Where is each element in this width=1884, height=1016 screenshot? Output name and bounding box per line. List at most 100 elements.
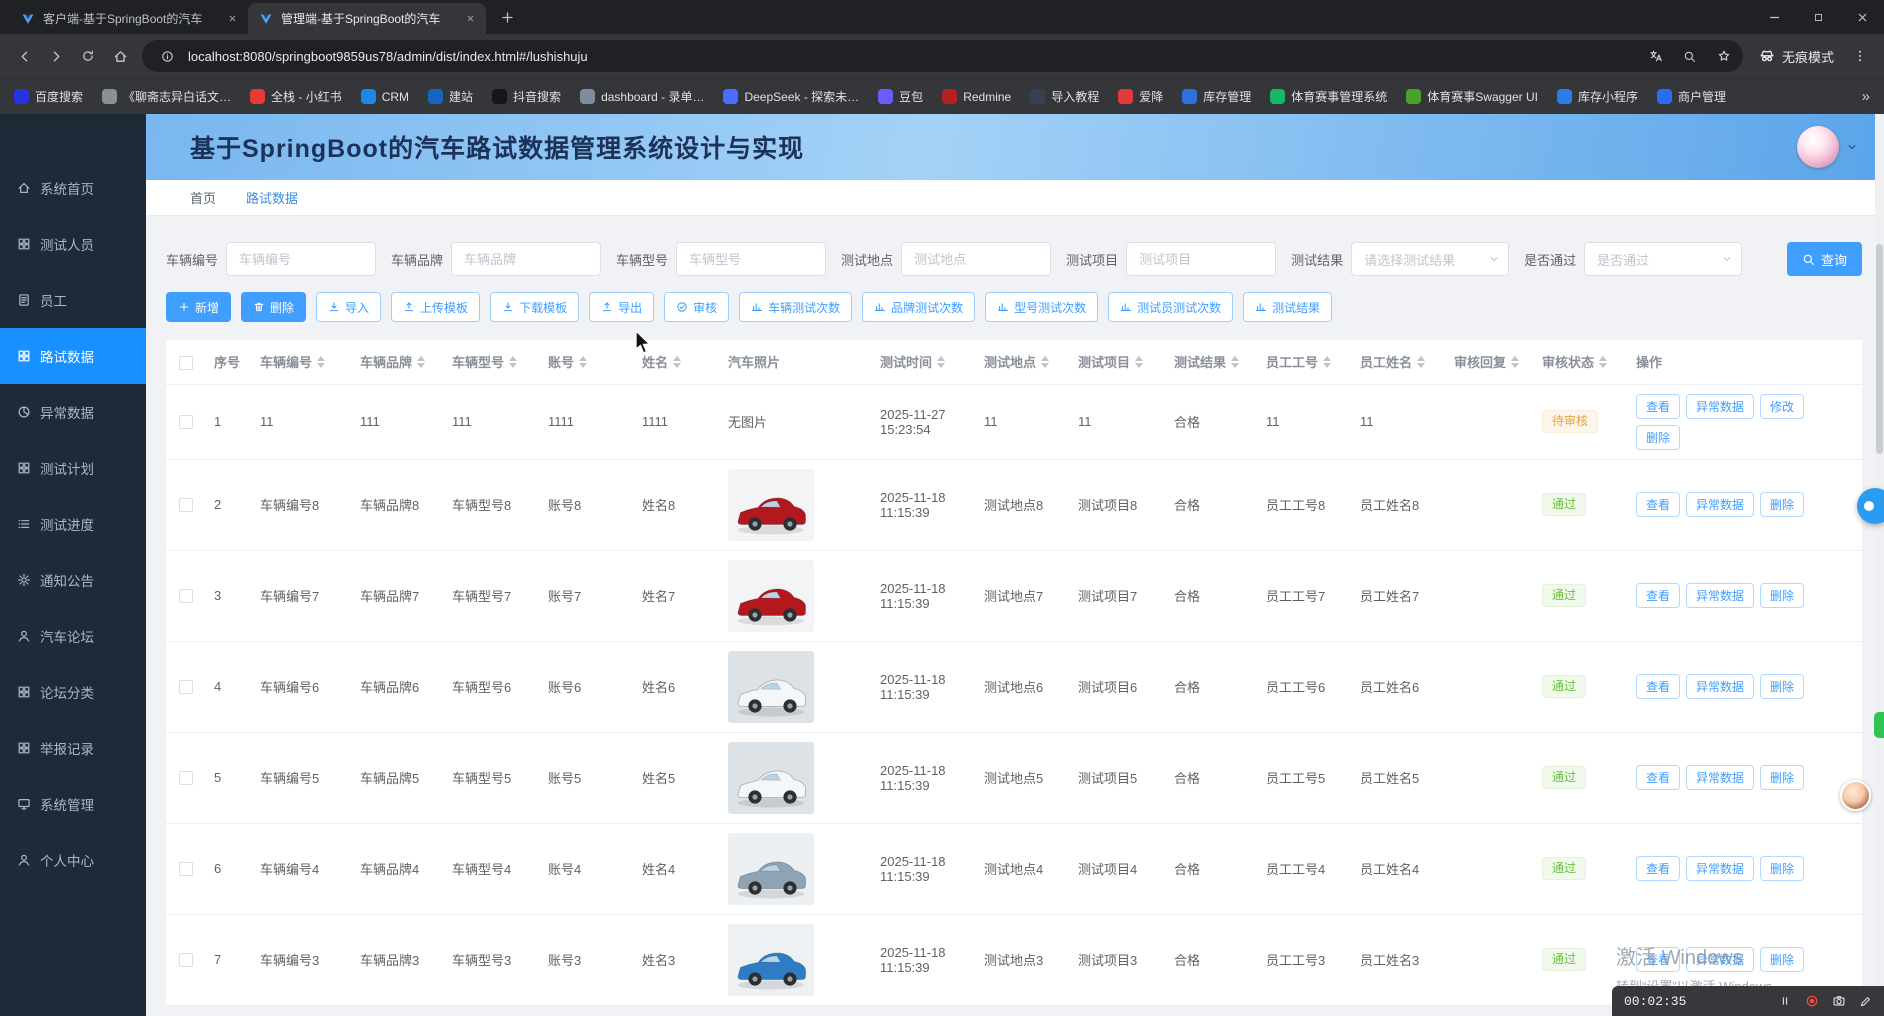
- translate-icon[interactable]: [1643, 43, 1669, 69]
- row-view-button[interactable]: 查看: [1636, 947, 1680, 972]
- row-view-button[interactable]: 查看: [1636, 583, 1680, 608]
- row-delete-button[interactable]: 删除: [1760, 765, 1804, 790]
- bookmark-item[interactable]: 导入教程: [1030, 88, 1099, 105]
- column-header[interactable]: 审核状态: [1534, 340, 1628, 384]
- row-delete-button[interactable]: 删除: [1760, 947, 1804, 972]
- sort-icon[interactable]: [509, 356, 517, 368]
- add-button[interactable]: 新增: [166, 292, 231, 322]
- floating-avatar-sticker[interactable]: [1840, 780, 1871, 811]
- vehicle-brand-input[interactable]: [451, 242, 601, 276]
- row-checkbox[interactable]: [179, 771, 193, 785]
- menu-kebab-icon[interactable]: [1844, 40, 1876, 72]
- bookmark-item[interactable]: 建站: [428, 88, 473, 105]
- sort-icon[interactable]: [417, 356, 425, 368]
- brand-test-count-button[interactable]: 品牌测试次数: [862, 292, 975, 322]
- tab-road-test-data[interactable]: 路试数据: [246, 188, 298, 207]
- test-result-select[interactable]: 请选择测试结果: [1351, 242, 1509, 276]
- scrollbar-thumb[interactable]: [1876, 244, 1883, 454]
- page-scrollbar[interactable]: [1875, 114, 1884, 1016]
- download-template-button[interactable]: 下载模板: [490, 292, 579, 322]
- bookmark-item[interactable]: 库存小程序: [1557, 88, 1638, 105]
- row-delete-button[interactable]: 删除: [1760, 856, 1804, 881]
- column-header[interactable]: 车辆型号: [444, 340, 540, 384]
- row-checkbox[interactable]: [179, 498, 193, 512]
- vehicle-model-input[interactable]: [676, 242, 826, 276]
- row-checkbox[interactable]: [179, 862, 193, 876]
- new-tab-button[interactable]: [494, 4, 520, 30]
- record-stop-icon[interactable]: [1805, 994, 1819, 1008]
- reload-button[interactable]: [72, 40, 104, 72]
- minimize-button[interactable]: [1752, 0, 1796, 34]
- is-pass-select[interactable]: 是否通过: [1584, 242, 1742, 276]
- url-text[interactable]: localhost:8080/springboot9859us78/admin/…: [188, 49, 1635, 64]
- avatar[interactable]: [1797, 126, 1839, 168]
- delete-button[interactable]: 删除: [241, 292, 306, 322]
- sidebar-item-system-manage[interactable]: 系统管理: [0, 776, 146, 832]
- sidebar-item-test-progress[interactable]: 测试进度: [0, 496, 146, 552]
- sidebar-item-road-test-data[interactable]: 路试数据: [0, 328, 146, 384]
- row-checkbox[interactable]: [179, 680, 193, 694]
- row-delete-button[interactable]: 删除: [1760, 492, 1804, 517]
- row-abnormal-button[interactable]: 异常数据: [1686, 765, 1754, 790]
- sidebar-item-forum-category[interactable]: 论坛分类: [0, 664, 146, 720]
- select-all-checkbox[interactable]: [179, 356, 193, 370]
- sort-icon[interactable]: [317, 356, 325, 368]
- sidebar-item-abnormal-data[interactable]: 异常数据: [0, 384, 146, 440]
- back-button[interactable]: [8, 40, 40, 72]
- row-abnormal-button[interactable]: 异常数据: [1686, 394, 1754, 419]
- column-header[interactable]: 审核回复: [1446, 340, 1534, 384]
- tab-close-icon[interactable]: [462, 11, 478, 27]
- sort-icon[interactable]: [579, 356, 587, 368]
- column-header[interactable]: 测试地点: [976, 340, 1070, 384]
- column-header[interactable]: 车辆编号: [252, 340, 352, 384]
- column-header[interactable]: 测试结果: [1166, 340, 1258, 384]
- row-checkbox[interactable]: [179, 589, 193, 603]
- pause-icon[interactable]: [1778, 994, 1792, 1008]
- bookmark-item[interactable]: 抖音搜索: [492, 88, 561, 105]
- row-abnormal-button[interactable]: 异常数据: [1686, 947, 1754, 972]
- pen-icon[interactable]: [1859, 995, 1872, 1008]
- sort-icon[interactable]: [1417, 356, 1425, 368]
- row-view-button[interactable]: 查看: [1636, 856, 1680, 881]
- bookmark-item[interactable]: 体育赛事Swagger UI: [1406, 88, 1538, 105]
- bookmark-item[interactable]: 百度搜索: [14, 88, 83, 105]
- bookmark-item[interactable]: 豆包: [878, 88, 923, 105]
- home-button[interactable]: [104, 40, 136, 72]
- sort-icon[interactable]: [1323, 356, 1331, 368]
- row-checkbox[interactable]: [179, 953, 193, 967]
- url-bar[interactable]: localhost:8080/springboot9859us78/admin/…: [142, 40, 1743, 72]
- column-header[interactable]: 姓名: [634, 340, 720, 384]
- export-button[interactable]: 导出: [589, 292, 654, 322]
- row-view-button[interactable]: 查看: [1636, 765, 1680, 790]
- vehicle-code-input[interactable]: [226, 242, 376, 276]
- tab-home[interactable]: 首页: [190, 188, 216, 207]
- forward-button[interactable]: [40, 40, 72, 72]
- sidebar-item-staff[interactable]: 员工: [0, 272, 146, 328]
- sidebar-item-testers[interactable]: 测试人员: [0, 216, 146, 272]
- sort-icon[interactable]: [1599, 356, 1607, 368]
- bookmark-item[interactable]: 库存管理: [1182, 88, 1251, 105]
- search-button[interactable]: 查询: [1787, 242, 1862, 276]
- audit-button[interactable]: 审核: [664, 292, 729, 322]
- row-view-button[interactable]: 查看: [1636, 394, 1680, 419]
- sidebar-item-personal-center[interactable]: 个人中心: [0, 832, 146, 888]
- row-abnormal-button[interactable]: 异常数据: [1686, 674, 1754, 699]
- bookmark-item[interactable]: 全栈 - 小红书: [250, 88, 342, 105]
- floating-widget[interactable]: [1874, 712, 1884, 738]
- sort-icon[interactable]: [673, 356, 681, 368]
- column-header[interactable]: 账号: [540, 340, 634, 384]
- sidebar-item-car-forum[interactable]: 汽车论坛: [0, 608, 146, 664]
- row-view-button[interactable]: 查看: [1636, 674, 1680, 699]
- sidebar-item-home[interactable]: 系统首页: [0, 160, 146, 216]
- row-delete-button[interactable]: 删除: [1636, 425, 1680, 450]
- bookmark-item[interactable]: DeepSeek - 探索未…: [723, 88, 859, 105]
- bookmark-item[interactable]: 商户管理: [1657, 88, 1726, 105]
- bookmark-item[interactable]: 体育赛事管理系统: [1270, 88, 1387, 105]
- model-test-count-button[interactable]: 型号测试次数: [985, 292, 1098, 322]
- column-header[interactable]: 员工姓名: [1352, 340, 1446, 384]
- tester-test-count-button[interactable]: 测试员测试次数: [1108, 292, 1233, 322]
- camera-icon[interactable]: [1832, 994, 1846, 1008]
- row-delete-button[interactable]: 删除: [1760, 583, 1804, 608]
- sort-icon[interactable]: [937, 356, 945, 368]
- bookmark-item[interactable]: CRM: [361, 89, 409, 104]
